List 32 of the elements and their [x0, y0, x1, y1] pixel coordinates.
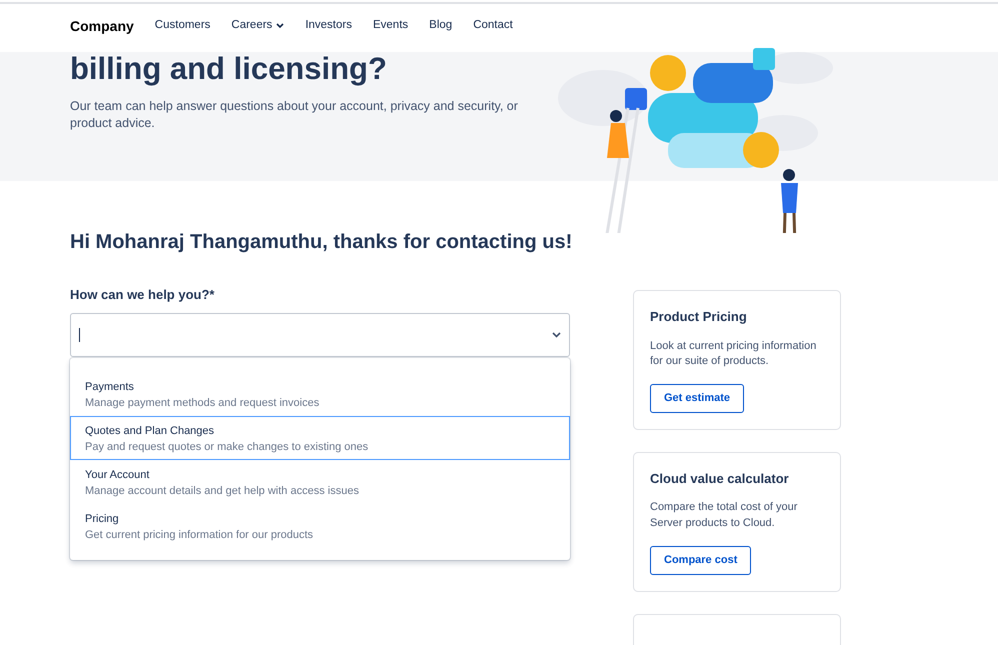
nav-link[interactable]: Events [372, 17, 408, 35]
card-button[interactable]: Get estimate [650, 384, 744, 413]
nav-link[interactable]: Careers [231, 17, 284, 35]
option-title: Your Account [85, 468, 150, 482]
chevron-down-icon [276, 23, 284, 29]
help-topic-select[interactable] [70, 312, 570, 356]
field-label: How can we help you?* [70, 286, 216, 304]
card-title: Cloud value calculator [650, 470, 790, 488]
dropdown-option[interactable]: Pricing Get current pricing information for our products [70, 504, 570, 548]
nav-link[interactable]: Investors [305, 17, 352, 35]
hero-text: Our team can help answer questions about your account, privacy and security, or product advice. [70, 98, 519, 132]
dropdown-option[interactable]: Quotes and Plan Changes Pay and request quotes or make changes to existing ones [70, 416, 570, 460]
card-text: Compare the total cost of your Server products to Cloud. [650, 500, 798, 532]
card-title: Product Pricing [650, 308, 748, 326]
card-text: Look at current pricing information for our suite of products. [650, 338, 818, 370]
nav-link[interactable]: Blog [429, 17, 452, 35]
chevron-down-icon [552, 332, 561, 338]
option-description: Pay and request quotes or make changes to existing ones [85, 440, 370, 455]
option-description: Manage payment methods and request invoices [85, 396, 320, 411]
hero-title: billing and licensing? [70, 52, 388, 86]
nav-link[interactable]: Customers [154, 17, 210, 35]
option-title: Quotes and Plan Changes [85, 424, 216, 438]
brand-logo[interactable]: Company [70, 16, 134, 36]
greeting-heading: Hi Mohanraj Thangamuthu, thanks for contacting us! [70, 230, 570, 255]
card-button[interactable]: Compare cost [650, 546, 752, 575]
option-title: Payments [85, 380, 135, 394]
nav-link[interactable]: Contact [473, 17, 513, 35]
option-description: Manage account details and get help with access issues [85, 484, 360, 499]
dropdown-option[interactable]: Your Account Manage account details and get help with access issues [70, 460, 570, 504]
dropdown-option[interactable]: Payments Manage payment methods and request invoices [70, 372, 570, 416]
option-title: Pricing [85, 512, 120, 526]
option-description: Get current pricing information for our products [85, 528, 314, 543]
